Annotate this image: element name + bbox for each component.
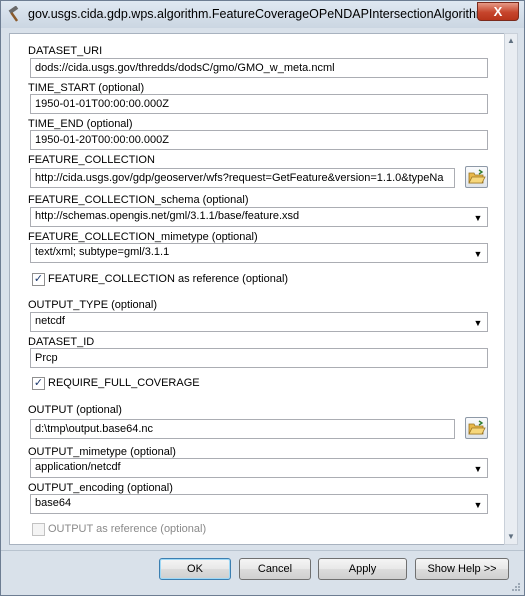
time-start-input[interactable]: 1950-01-01T00:00:00.000Z [30, 94, 488, 114]
output-browse-button[interactable] [465, 417, 488, 439]
hammer-icon [8, 6, 19, 22]
chevron-down-icon: ▼ [473, 318, 483, 328]
feature-collection-as-reference-checkbox[interactable]: ✓ [32, 273, 45, 286]
output-type-label: OUTPUT_TYPE (optional) [28, 299, 157, 311]
feature-collection-schema-value: http://schemas.opengis.net/gml/3.1.1/bas… [35, 210, 300, 222]
feature-collection-as-reference-label: FEATURE_COLLECTION as reference (optiona… [48, 273, 289, 285]
scroll-down-arrow-icon[interactable]: ▼ [506, 532, 516, 542]
feature-collection-browse-button[interactable] [465, 166, 488, 188]
checkmark-icon: ✓ [33, 377, 44, 389]
chevron-down-icon: ▼ [473, 249, 483, 259]
resize-grip-icon[interactable] [511, 582, 521, 592]
feature-collection-mimetype-value: text/xml; subtype=gml/3.1.1 [35, 246, 170, 258]
chevron-down-icon: ▼ [473, 213, 483, 223]
window-title: gov.usgs.cida.gdp.wps.algorithm.FeatureC… [28, 7, 487, 21]
output-mimetype-select[interactable]: application/netcdf ▼ [30, 458, 488, 478]
show-help-button[interactable]: Show Help >> [415, 558, 509, 580]
chevron-down-icon: ▼ [473, 500, 483, 510]
feature-collection-input[interactable]: http://cida.usgs.gov/gdp/geoserver/wfs?r… [30, 168, 455, 188]
dialog-window: gov.usgs.cida.gdp.wps.algorithm.FeatureC… [0, 0, 525, 596]
output-input[interactable]: d:\tmp\output.base64.nc [30, 419, 455, 439]
dataset-uri-label: DATASET_URI [28, 45, 103, 57]
time-end-input[interactable]: 1950-01-20T00:00:00.000Z [30, 130, 488, 150]
feature-collection-mimetype-select[interactable]: text/xml; subtype=gml/3.1.1 ▼ [30, 243, 488, 263]
ok-button[interactable]: OK [159, 558, 231, 580]
dataset-id-label: DATASET_ID [28, 336, 95, 348]
feature-collection-mimetype-label: FEATURE_COLLECTION_mimetype (optional) [28, 231, 258, 243]
feature-collection-schema-select[interactable]: http://schemas.opengis.net/gml/3.1.1/bas… [30, 207, 488, 227]
output-as-reference-checkbox[interactable] [32, 523, 45, 536]
apply-button[interactable]: Apply [318, 558, 407, 580]
output-type-value: netcdf [35, 315, 65, 327]
output-encoding-label: OUTPUT_encoding (optional) [28, 482, 173, 494]
cancel-button[interactable]: Cancel [239, 558, 311, 580]
dataset-id-input[interactable]: Prcp [30, 348, 488, 368]
output-as-reference-label: OUTPUT as reference (optional) [48, 523, 207, 535]
require-full-coverage-label: REQUIRE_FULL_COVERAGE [48, 377, 200, 389]
output-encoding-select[interactable]: base64 ▼ [30, 494, 488, 514]
panel-scrollbar[interactable]: ▲ ▼ [504, 33, 518, 545]
folder-open-icon [468, 169, 486, 184]
output-label: OUTPUT (optional) [28, 404, 122, 416]
dataset-uri-input[interactable]: dods://cida.usgs.gov/thredds/dodsC/gmo/G… [30, 58, 488, 78]
checkmark-icon: ✓ [33, 273, 44, 285]
output-mimetype-label: OUTPUT_mimetype (optional) [28, 446, 176, 458]
time-end-label: TIME_END (optional) [28, 118, 133, 130]
chevron-down-icon: ▼ [473, 464, 483, 474]
output-mimetype-value: application/netcdf [35, 461, 121, 473]
folder-open-icon [468, 420, 486, 435]
output-encoding-value: base64 [35, 497, 72, 509]
feature-collection-schema-label: FEATURE_COLLECTION_schema (optional) [28, 194, 249, 206]
require-full-coverage-checkbox[interactable]: ✓ [32, 377, 45, 390]
footer-divider [1, 550, 524, 551]
parameters-panel: DATASET_URI dods://cida.usgs.gov/thredds… [9, 33, 512, 545]
time-start-label: TIME_START (optional) [28, 82, 145, 94]
output-type-select[interactable]: netcdf ▼ [30, 312, 488, 332]
feature-collection-label: FEATURE_COLLECTION [28, 154, 155, 166]
close-button[interactable]: X [477, 2, 519, 21]
title-bar[interactable]: gov.usgs.cida.gdp.wps.algorithm.FeatureC… [1, 1, 524, 28]
scroll-up-arrow-icon[interactable]: ▲ [506, 36, 516, 46]
